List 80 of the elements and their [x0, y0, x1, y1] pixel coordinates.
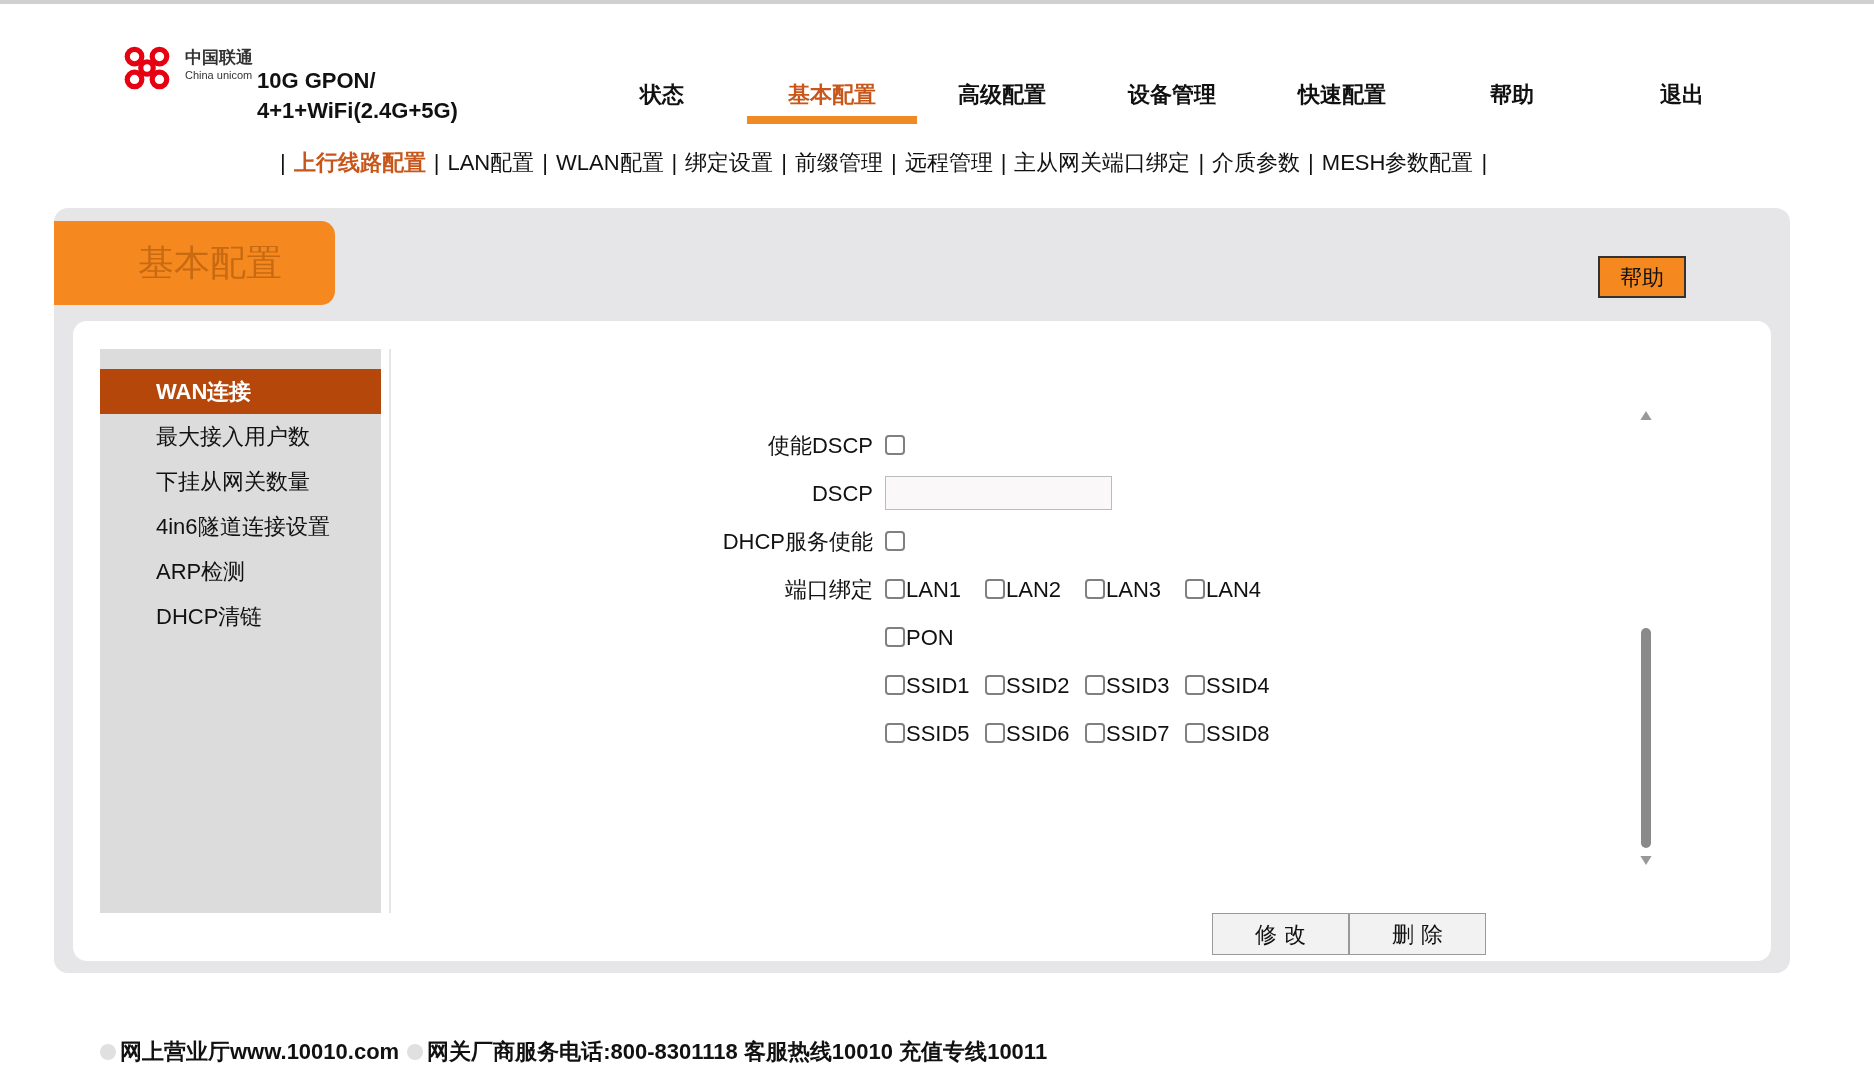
- separator: |: [781, 148, 787, 177]
- subnav-link[interactable]: 介质参数: [1212, 145, 1301, 179]
- field-label: DHCP服务使能: [721, 527, 874, 556]
- field-label: 端口绑定: [784, 575, 874, 604]
- checkbox[interactable]: [985, 675, 1005, 695]
- footer-text: 网上营业厅www.10010.com: [120, 1038, 400, 1066]
- nav-tab[interactable]: 基本配置: [747, 76, 917, 124]
- checkbox[interactable]: [885, 579, 905, 599]
- separator: |: [280, 148, 286, 177]
- separator: |: [542, 148, 548, 177]
- checkbox[interactable]: [1185, 723, 1205, 743]
- separator: |: [1308, 148, 1314, 177]
- separator: |: [1481, 148, 1488, 177]
- option-label: SSID8: [1206, 719, 1270, 748]
- option-label: LAN1: [906, 575, 962, 604]
- separator: |: [671, 148, 678, 177]
- scroll-down-icon[interactable]: [1640, 856, 1652, 865]
- checkbox[interactable]: [885, 435, 905, 455]
- sidebar-item[interactable]: 最大接入用户数: [100, 414, 381, 459]
- model-name: 10G GPON/: [257, 67, 377, 95]
- option-label: SSID4: [1206, 671, 1270, 700]
- bullet-icon: [100, 1043, 116, 1060]
- option-label: SSID3: [1106, 671, 1170, 700]
- checkbox[interactable]: [1185, 675, 1205, 695]
- option-label: LAN4: [1206, 575, 1262, 604]
- nav-tab[interactable]: 快速配置: [1257, 76, 1427, 124]
- checkbox[interactable]: [885, 723, 905, 743]
- subnav-link[interactable]: 主从网关端口绑定: [1014, 145, 1191, 179]
- scrollbar[interactable]: [1638, 411, 1654, 865]
- option-label: SSID1: [906, 671, 970, 700]
- action-button[interactable]: 删 除: [1349, 913, 1486, 955]
- option-label: PON: [906, 623, 954, 652]
- separator: |: [1198, 148, 1205, 177]
- nav-tab[interactable]: 设备管理: [1087, 76, 1257, 124]
- field-label: DSCP: [810, 479, 874, 508]
- subnav-link[interactable]: 上行线路配置: [293, 145, 426, 179]
- nav-tab[interactable]: 帮助: [1427, 76, 1597, 124]
- scroll-up-icon[interactable]: [1640, 411, 1652, 420]
- field-label: 使能DSCP: [766, 431, 874, 460]
- checkbox[interactable]: [885, 675, 905, 695]
- option-label: SSID2: [1006, 671, 1070, 700]
- checkbox[interactable]: [985, 579, 1005, 599]
- separator: |: [1000, 148, 1007, 177]
- bullet-icon: [407, 1043, 424, 1060]
- scrollbar-thumb[interactable]: [1641, 628, 1651, 848]
- subnav-link[interactable]: WLAN配置: [555, 145, 664, 179]
- sidebar-item[interactable]: WAN连接: [100, 369, 381, 414]
- nav-tab[interactable]: 状态: [577, 76, 747, 124]
- separator: |: [433, 148, 440, 177]
- subnav-link[interactable]: MESH参数配置: [1321, 145, 1474, 179]
- option-label: LAN3: [1106, 575, 1162, 604]
- subnav-link[interactable]: 前缀管理: [794, 145, 883, 179]
- sidebar-item[interactable]: ARP检测: [100, 549, 381, 594]
- subnav-link[interactable]: 绑定设置: [685, 145, 774, 179]
- separator: |: [890, 148, 897, 177]
- checkbox[interactable]: [885, 531, 905, 551]
- checkbox[interactable]: [885, 627, 905, 647]
- nav-tab[interactable]: 高级配置: [917, 76, 1087, 124]
- sidebar-item[interactable]: 4in6隧道连接设置: [100, 504, 381, 549]
- sidebar-item[interactable]: 下挂从网关数量: [100, 459, 381, 504]
- dscp-field[interactable]: [885, 476, 1112, 510]
- checkbox[interactable]: [1185, 579, 1205, 599]
- nav-tab[interactable]: 退出: [1597, 76, 1767, 124]
- model-name: 4+1+WiFi(2.4G+5G): [257, 97, 459, 125]
- checkbox[interactable]: [1085, 579, 1105, 599]
- brand-name-english: China unicom: [185, 68, 253, 82]
- subnav-link[interactable]: 远程管理: [904, 145, 993, 179]
- checkbox[interactable]: [1085, 675, 1105, 695]
- help-button[interactable]: 帮助: [1598, 256, 1686, 298]
- sidebar-item[interactable]: DHCP清链: [100, 594, 381, 639]
- brand-name: 中国联通: [185, 48, 253, 68]
- action-button[interactable]: 修 改: [1212, 913, 1349, 955]
- option-label: SSID5: [906, 719, 970, 748]
- option-label: LAN2: [1006, 575, 1062, 604]
- checkbox[interactable]: [1085, 723, 1105, 743]
- footer-text: 网关厂商服务电话:800-8301118 客服热线10010 充值专线10011: [427, 1038, 1048, 1066]
- subnav-link[interactable]: LAN配置: [447, 145, 535, 179]
- checkbox[interactable]: [985, 723, 1005, 743]
- option-label: SSID6: [1006, 719, 1070, 748]
- option-label: SSID7: [1106, 719, 1170, 748]
